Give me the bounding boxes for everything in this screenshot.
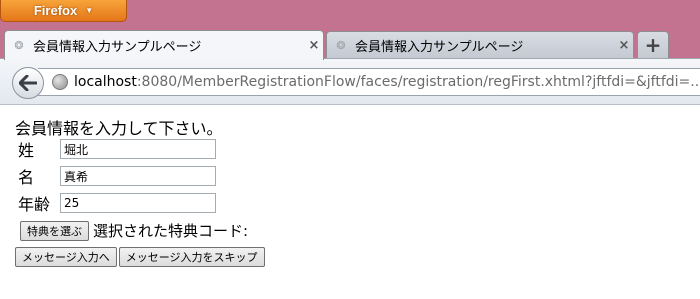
navigation-toolbar: localhost:8080/MemberRegistrationFlow/fa… xyxy=(0,58,700,104)
site-identity-globe-icon[interactable] xyxy=(52,74,68,90)
url-host: localhost xyxy=(74,74,137,90)
url-path: :8080/MemberRegistrationFlow/faces/regis… xyxy=(136,74,700,90)
page-content: 会員情報を入力して下さい。 姓 名 年齢 特典を選ぶ 選択された特典コード: メ… xyxy=(0,104,700,299)
last-name-input[interactable] xyxy=(60,139,216,159)
age-label: 年齢 xyxy=(18,195,51,214)
url-text: localhost:8080/MemberRegistrationFlow/fa… xyxy=(74,74,700,90)
back-button[interactable] xyxy=(12,67,44,99)
form-prompt: 会員情報を入力して下さい。 xyxy=(15,119,223,138)
age-input[interactable] xyxy=(60,193,216,213)
last-name-label: 姓 xyxy=(18,141,35,160)
page-favicon-icon: ❂ xyxy=(14,38,24,52)
close-tab-icon[interactable]: × xyxy=(305,38,323,53)
first-name-label: 名 xyxy=(18,168,35,187)
last-name-row: 姓 xyxy=(18,137,216,161)
tab-active[interactable]: ❂ 会員情報入力サンプルページ × xyxy=(4,30,324,60)
first-name-row: 名 xyxy=(18,164,216,188)
firefox-menu-label: Firefox xyxy=(33,3,78,18)
benefit-row: 特典を選ぶ 選択された特典コード: xyxy=(20,220,248,241)
firefox-menu-button[interactable]: Firefox ▼ xyxy=(0,0,127,22)
skip-message-input-button[interactable]: メッセージ入力をスキップ xyxy=(118,247,265,267)
new-tab-button[interactable]: + xyxy=(637,31,669,58)
page-favicon-icon: ❂ xyxy=(336,38,346,52)
selected-benefit-code-label: 選択された特典コード: xyxy=(93,222,249,240)
close-tab-icon[interactable]: × xyxy=(615,38,633,53)
form-actions: メッセージ入力へ メッセージ入力をスキップ xyxy=(15,247,265,267)
tab-title: 会員情報入力サンプルページ xyxy=(33,40,202,55)
dropdown-caret-icon: ▼ xyxy=(85,6,94,15)
first-name-input[interactable] xyxy=(60,166,216,186)
url-bar[interactable]: localhost:8080/MemberRegistrationFlow/fa… xyxy=(38,68,700,96)
tab-inactive[interactable]: ❂ 会員情報入力サンプルページ × xyxy=(326,31,634,59)
to-message-input-button[interactable]: メッセージ入力へ xyxy=(15,247,117,267)
age-row: 年齢 xyxy=(18,191,216,215)
back-arrow-icon xyxy=(19,75,37,91)
tab-title: 会員情報入力サンプルページ xyxy=(355,40,524,55)
select-benefit-button[interactable]: 特典を選ぶ xyxy=(20,220,89,241)
